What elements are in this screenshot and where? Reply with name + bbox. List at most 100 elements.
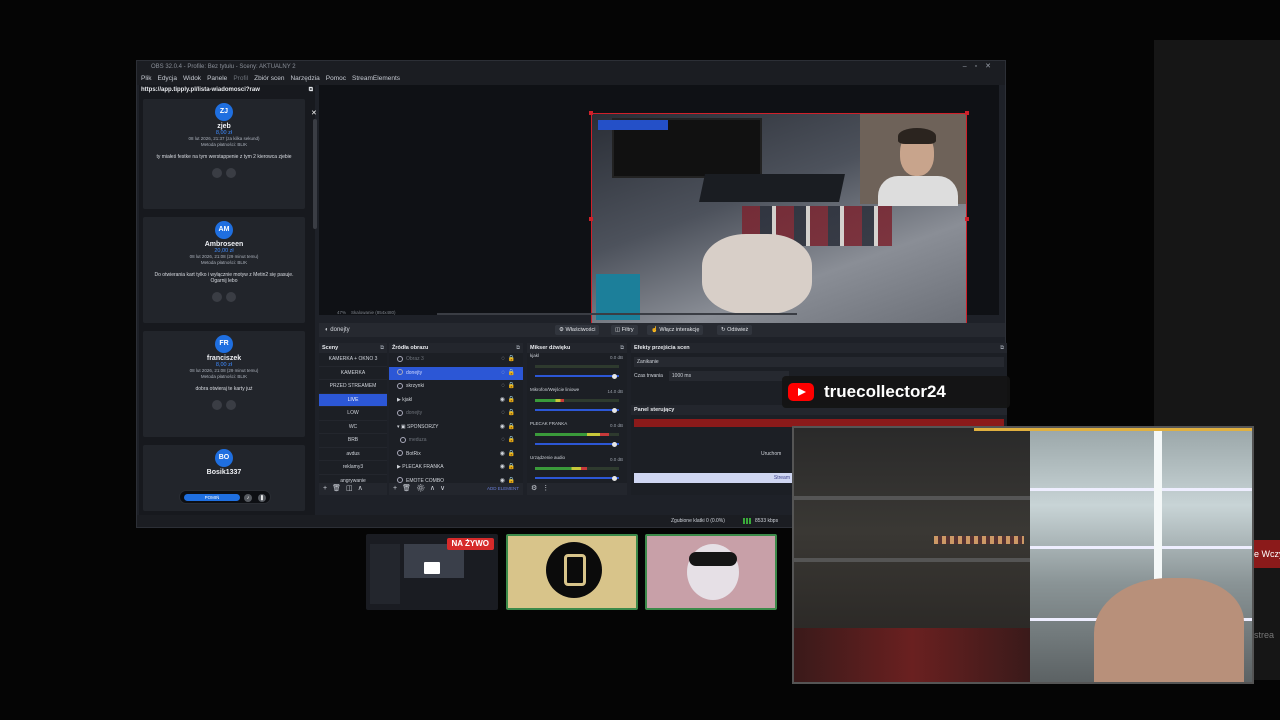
- delete-icon[interactable]: [226, 292, 236, 302]
- dock-options-icon[interactable]: ⧉: [1000, 343, 1004, 353]
- preview-scrollbar[interactable]: [437, 313, 797, 315]
- filters-button[interactable]: ◫ Filtry: [611, 325, 638, 335]
- eye-icon[interactable]: ◉: [500, 461, 505, 475]
- browser-dock: https://app.tipply.pl/lista-wiadomosci?r…: [139, 85, 317, 515]
- skip-button[interactable]: POMIŃ: [184, 494, 240, 501]
- thumb-phone[interactable]: [506, 534, 638, 610]
- donation-controls: [143, 292, 305, 302]
- dock-scrollbar[interactable]: [313, 119, 317, 229]
- preview-canvas[interactable]: [591, 113, 967, 325]
- lock-icon[interactable]: 🔒: [508, 353, 515, 367]
- scene-item[interactable]: KAMERKA: [319, 367, 387, 380]
- hidden-icon[interactable]: ◌: [501, 353, 505, 367]
- slider-knob[interactable]: [612, 407, 617, 413]
- slider-knob[interactable]: [612, 441, 617, 447]
- facecam-overlay: [792, 426, 1254, 684]
- source-item[interactable]: donejty ◌ 🔒: [389, 407, 523, 421]
- resize-handle[interactable]: [589, 217, 593, 221]
- scene-item[interactable]: avdus: [319, 448, 387, 461]
- lock-icon[interactable]: 🔒: [508, 380, 515, 394]
- dock-options-icon[interactable]: ⧉: [516, 343, 520, 353]
- menu-bar: Plik Edycja Widok Panele Profil Zbiór sc…: [137, 73, 1005, 85]
- volume-slider[interactable]: [535, 475, 619, 481]
- thumb-live[interactable]: NA ŻYWO: [366, 534, 498, 610]
- scene-item[interactable]: WC: [319, 421, 387, 434]
- menu-item-panele[interactable]: Panele: [207, 73, 227, 85]
- source-item[interactable]: BotRix ◉ 🔒: [389, 448, 523, 462]
- mixer-header-label: Mikser dźwięku: [530, 345, 571, 351]
- menu-item-widok[interactable]: Widok: [183, 73, 201, 85]
- menu-item-zbior-scen[interactable]: Zbiór scen: [254, 73, 284, 85]
- transition-select[interactable]: Zanikanie: [634, 357, 1004, 367]
- pause-icon[interactable]: ❚: [258, 494, 266, 502]
- properties-button[interactable]: ⚙ Właściwości: [555, 325, 600, 335]
- scene-item[interactable]: BRB: [319, 434, 387, 448]
- dock-float-icon[interactable]: ⧉: [309, 85, 313, 95]
- scenes-toolbar-icons[interactable]: +🗑◫∧: [319, 483, 387, 495]
- menu-item-plik[interactable]: Plik: [141, 73, 151, 85]
- duration-input[interactable]: 1000 ms: [668, 371, 789, 381]
- menu-item-profil[interactable]: Profil: [233, 73, 248, 85]
- channel-db: 0.0 dB: [609, 355, 623, 360]
- hidden-icon[interactable]: ◌: [501, 407, 505, 421]
- lock-icon[interactable]: 🔒: [508, 461, 515, 475]
- menu-item-edycja[interactable]: Edycja: [157, 73, 177, 85]
- replay-icon[interactable]: [212, 168, 222, 178]
- refresh-button[interactable]: ↻ Odśwież: [717, 325, 753, 335]
- start-button-label[interactable]: Uruchom: [761, 451, 781, 457]
- scene-item[interactable]: reklamy3: [319, 461, 387, 475]
- delete-icon[interactable]: [226, 400, 236, 410]
- eye-icon[interactable]: ◉: [500, 448, 505, 462]
- menu-item-pomoc[interactable]: Pomoc: [326, 73, 346, 85]
- dock-options-icon[interactable]: ⧉: [380, 343, 384, 353]
- add-element-button[interactable]: ADD ELEMENT: [487, 483, 519, 495]
- replay-icon[interactable]: [212, 292, 222, 302]
- sources-toolbar[interactable]: +🗑⚙∧∨ ADD ELEMENT: [389, 483, 523, 495]
- resize-handle[interactable]: [589, 111, 593, 115]
- lock-icon[interactable]: 🔒: [508, 394, 515, 408]
- lock-icon[interactable]: 🔒: [508, 434, 515, 448]
- mixer-toolbar[interactable]: ⚙⋮: [527, 483, 627, 495]
- source-item[interactable]: skrzynki ◌ 🔒: [389, 380, 523, 394]
- hidden-icon[interactable]: ◌: [501, 367, 505, 381]
- scene-item-active[interactable]: LIVE: [319, 393, 387, 407]
- menu-item-narzedzia[interactable]: Narzędzia: [290, 73, 319, 85]
- volume-slider[interactable]: [535, 441, 619, 447]
- resize-handle[interactable]: [965, 217, 969, 221]
- volume-slider[interactable]: [535, 407, 619, 413]
- resize-handle[interactable]: [965, 111, 969, 115]
- lock-icon[interactable]: 🔒: [508, 407, 515, 421]
- source-item[interactable]: ▶ PLECAK FRANKA ◉ 🔒: [389, 461, 523, 475]
- volume-icon[interactable]: ♪: [244, 494, 252, 502]
- hidden-icon[interactable]: ◌: [501, 434, 505, 448]
- source-item[interactable]: Obraz 3 ◌ 🔒: [389, 353, 523, 367]
- source-item[interactable]: ▶ kjakl ◉ 🔒: [389, 394, 523, 408]
- eye-icon[interactable]: ◉: [500, 421, 505, 435]
- volume-slider[interactable]: [535, 373, 619, 379]
- dock-url-text: https://app.tipply.pl/lista-wiadomosci?r…: [141, 87, 260, 93]
- delete-icon[interactable]: [226, 168, 236, 178]
- source-group[interactable]: ▾ ▣ SPONSORZY ◉ 🔒: [389, 421, 523, 435]
- dock-options-icon[interactable]: ⧉: [620, 343, 624, 353]
- interact-button[interactable]: ☝ Włącz interakcję: [647, 325, 704, 335]
- donor-name: Ambroseen: [204, 241, 244, 248]
- hidden-icon[interactable]: ◌: [501, 380, 505, 394]
- lock-icon[interactable]: 🔒: [508, 421, 515, 435]
- scene-item[interactable]: KAMERKA + OKNO 3: [319, 353, 387, 367]
- source-item-selected[interactable]: donejty ◌ 🔒: [389, 366, 523, 381]
- slider-knob[interactable]: [612, 373, 617, 379]
- slider-knob[interactable]: [612, 475, 617, 481]
- window-controls[interactable]: –▫✕: [963, 61, 999, 73]
- scene-item[interactable]: LOW: [319, 407, 387, 421]
- lock-icon[interactable]: 🔒: [508, 367, 515, 381]
- scaling-info: Skalowanie (854x480): [351, 310, 396, 315]
- source-item[interactable]: meduza ◌ 🔒: [389, 434, 523, 448]
- stream-button[interactable]: Stream: [634, 473, 794, 483]
- menu-item-streamelements[interactable]: StreamElements: [352, 73, 400, 85]
- thumb-mask[interactable]: [645, 534, 777, 610]
- replay-icon[interactable]: [212, 400, 222, 410]
- lock-icon[interactable]: 🔒: [508, 448, 515, 462]
- scene-item[interactable]: PRZED STREAMEM: [319, 380, 387, 394]
- dock-close-icon[interactable]: ✕: [311, 109, 317, 117]
- eye-icon[interactable]: ◉: [500, 394, 505, 408]
